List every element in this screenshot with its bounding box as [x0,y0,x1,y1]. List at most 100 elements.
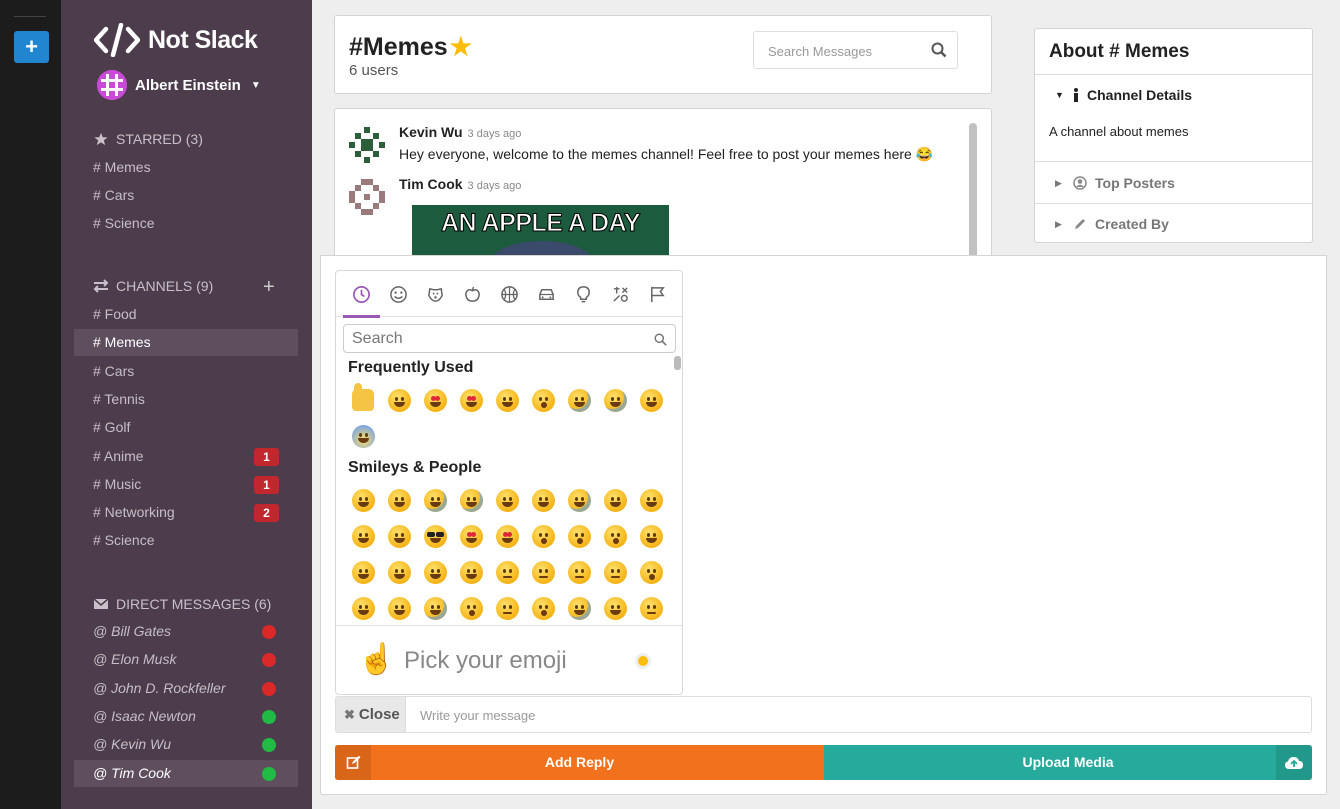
emoji-button[interactable] [417,482,453,518]
emoji-search-placeholder: Search [352,330,403,347]
top-posters-toggle[interactable]: ▶ Top Posters [1055,175,1175,191]
tab-symbols[interactable] [602,271,639,317]
emoji-button[interactable] [417,554,453,590]
emoji-button[interactable] [381,482,417,518]
emoji-icon [639,560,663,584]
emoji-search-input[interactable]: Search [343,324,676,353]
tab-objects[interactable] [565,271,602,317]
emoji-button[interactable] [561,554,597,590]
tab-smileys[interactable] [380,271,417,317]
smiley-icon [390,285,407,303]
meme-image[interactable]: AN APPLE A DAY [412,205,669,257]
emoji-button[interactable] [597,554,633,590]
emoji-button[interactable] [417,382,453,418]
upload-media-label: Upload Media [1022,754,1114,770]
emoji-button[interactable] [345,418,381,454]
pointing-hand-icon: ☝ [358,643,396,676]
scrollbar[interactable] [969,123,977,257]
emoji-button[interactable] [489,590,525,626]
sidebar-dm-item[interactable]: @ Bill Gates [74,618,298,645]
emoji-button[interactable] [525,518,561,554]
add-channel-button[interactable]: + [263,276,275,299]
emoji-button[interactable] [381,518,417,554]
emoji-button[interactable] [345,518,381,554]
emoji-button[interactable] [345,382,381,418]
upload-media-button[interactable]: Upload Media [824,745,1312,780]
emoji-button[interactable] [597,382,633,418]
message-author[interactable]: Kevin Wu 3 days ago [399,124,521,140]
starred-item-memes[interactable]: # Memes [74,154,298,181]
emoji-button[interactable] [381,382,417,418]
emoji-button[interactable] [633,482,669,518]
sidebar-channel-item[interactable]: # Music 1 [74,471,298,498]
user-menu[interactable]: Albert Einstein ▼ [97,70,261,100]
star-icon[interactable]: ★ [450,32,472,62]
sidebar-channel-item[interactable]: # Food [74,301,298,328]
emoji-button[interactable] [453,518,489,554]
emoji-button[interactable] [453,482,489,518]
message-input[interactable]: Write your message [405,696,1312,733]
emoji-button[interactable] [453,554,489,590]
emoji-button[interactable] [633,382,669,418]
tab-travel[interactable] [528,271,565,317]
emoji-button[interactable] [381,554,417,590]
emoji-button[interactable] [345,554,381,590]
emoji-button[interactable] [417,590,453,626]
emoji-button[interactable] [525,482,561,518]
sidebar-dm-item[interactable]: @ Kevin Wu [74,731,298,758]
emoji-button[interactable] [381,590,417,626]
emoji-button[interactable] [525,554,561,590]
sidebar-dm-item[interactable]: @ John D. Rockfeller [74,675,298,702]
emoji-button[interactable] [597,518,633,554]
emoji-button[interactable] [489,554,525,590]
sidebar-channel-item[interactable]: # Science [74,527,298,554]
sidebar-channel-item[interactable]: # Anime 1 [74,443,298,470]
sidebar-dm-item[interactable]: @ Elon Musk [74,646,298,673]
emoji-button[interactable] [561,482,597,518]
add-workspace-button[interactable]: + [14,31,49,63]
emoji-button[interactable] [633,554,669,590]
emoji-button[interactable] [489,518,525,554]
emoji-button[interactable] [489,482,525,518]
user-count: 6 users [349,62,399,79]
channel-details-toggle[interactable]: ▼ Channel Details [1055,87,1192,103]
sidebar-channel-item[interactable]: # Tennis [74,386,298,413]
sidebar-dm-item[interactable]: @ Tim Cook [74,759,298,787]
emoji-button[interactable] [453,590,489,626]
tab-activity[interactable] [491,271,528,317]
emoji-button[interactable] [633,518,669,554]
close-picker-button[interactable]: ✖ Close [335,696,406,733]
emoji-scrollbar[interactable] [674,356,681,370]
starred-item-cars[interactable]: # Cars [74,182,298,209]
sidebar-channel-item[interactable]: # Cars [74,358,298,385]
emoji-button[interactable] [597,590,633,626]
emoji-button[interactable] [597,482,633,518]
emoji-button[interactable] [561,518,597,554]
tab-recent[interactable] [343,271,380,318]
tab-flags[interactable] [639,271,676,317]
starred-item-science[interactable]: # Science [74,210,298,237]
emoji-button[interactable] [633,590,669,626]
emoji-button[interactable] [561,590,597,626]
emoji-button[interactable] [345,590,381,626]
sidebar-channel-item[interactable]: # Memes [74,329,298,357]
emoji-button[interactable] [345,482,381,518]
sidebar-dm-item[interactable]: @ Isaac Newton [74,703,298,730]
search-messages-input[interactable]: Search Messages [753,31,958,69]
search-icon[interactable] [931,42,947,58]
sidebar-channel-item[interactable]: # Golf [74,414,298,441]
emoji-button[interactable] [525,382,561,418]
channel-label: # Science [93,532,155,549]
tab-food[interactable] [454,271,491,317]
created-by-toggle[interactable]: ▶ Created By [1055,216,1169,232]
sidebar-channel-item[interactable]: # Networking 2 [74,499,298,526]
emoji-button[interactable] [453,382,489,418]
tab-animals[interactable] [417,271,454,317]
skin-tone-selector[interactable] [635,653,651,669]
add-reply-button[interactable]: Add Reply [335,745,824,780]
emoji-button[interactable] [561,382,597,418]
emoji-button[interactable] [525,590,561,626]
emoji-button[interactable] [417,518,453,554]
emoji-button[interactable] [489,382,525,418]
message-author[interactable]: Tim Cook 3 days ago [399,176,521,192]
